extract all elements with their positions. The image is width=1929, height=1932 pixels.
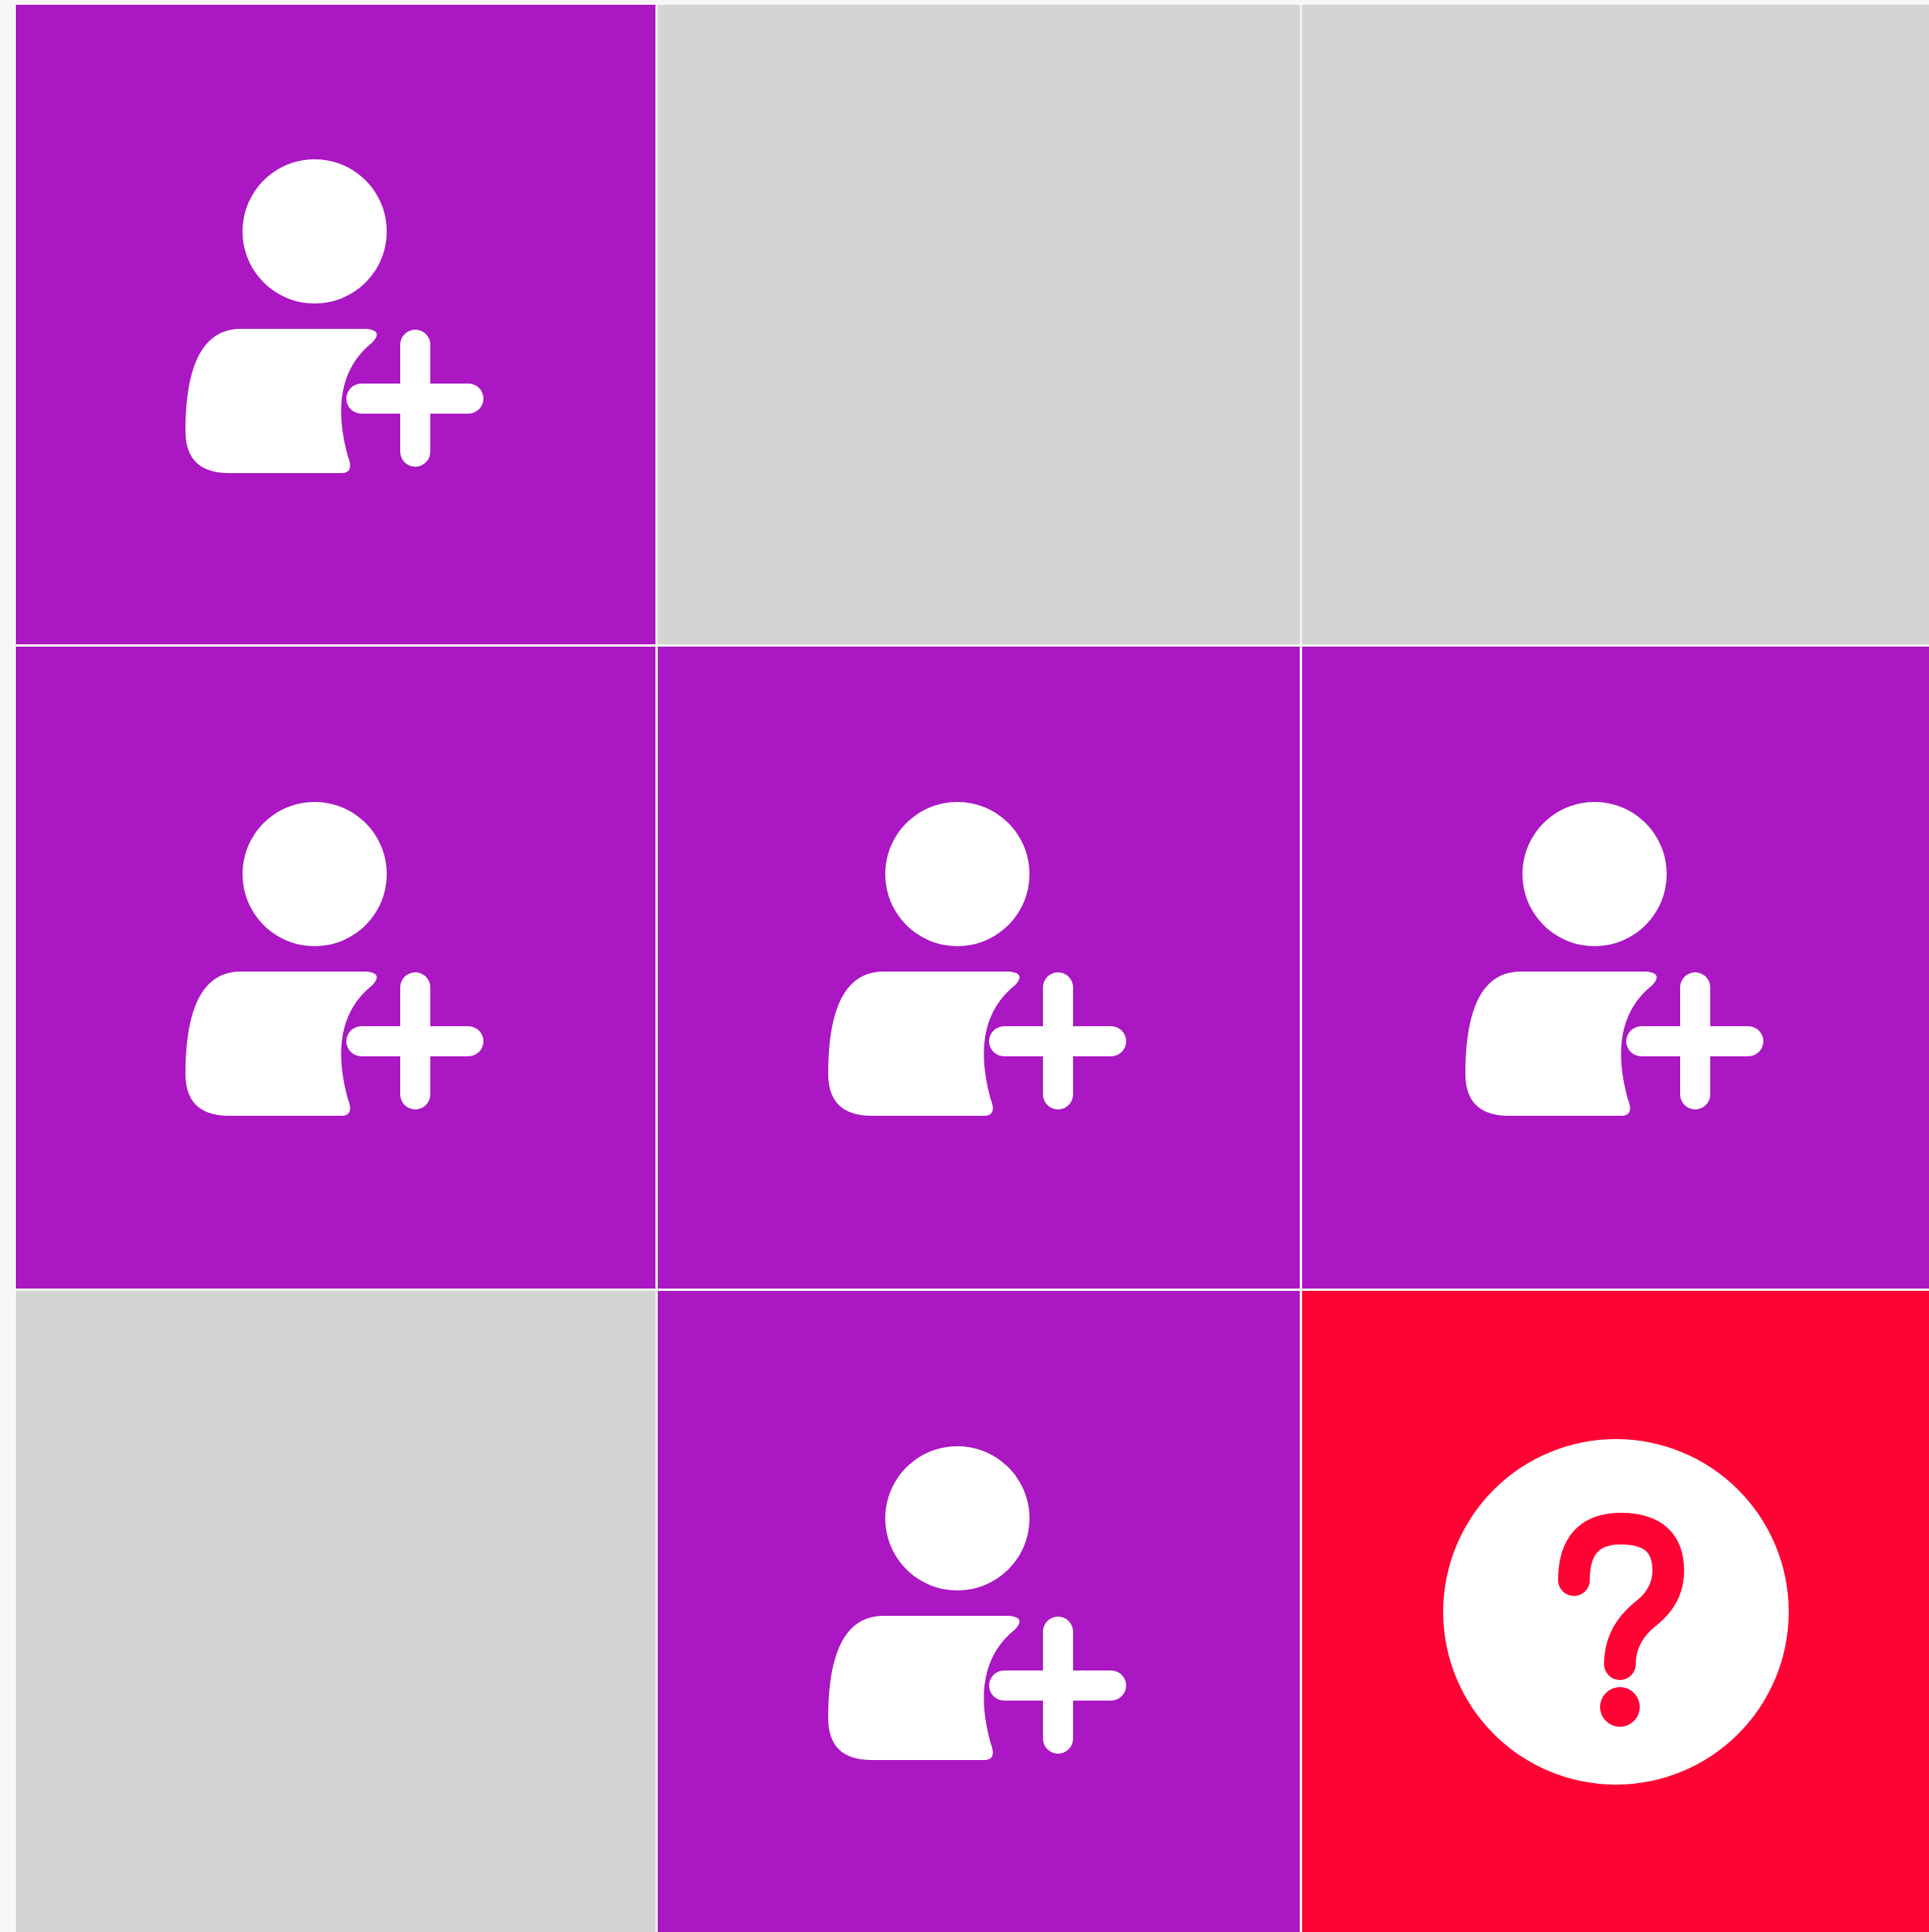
tile-r2-c1-purple[interactable]: [16, 647, 658, 1291]
tile-r1-c3-gray[interactable]: [1302, 5, 1929, 647]
tile-r1-c1-purple[interactable]: [16, 5, 658, 647]
tile-r3-c1-gray[interactable]: [16, 1291, 658, 1932]
tile-r3-c2-purple[interactable]: [658, 1291, 1302, 1932]
tile-r2-c2-purple[interactable]: [658, 647, 1302, 1291]
question-circle-icon: [1442, 1438, 1789, 1785]
user-plus-icon: [185, 802, 483, 1116]
tile-r2-c3-purple[interactable]: [1302, 647, 1929, 1291]
tile-r1-c2-gray[interactable]: [658, 5, 1302, 647]
user-plus-icon: [828, 802, 1126, 1116]
tile-r3-c3-red[interactable]: [1302, 1291, 1929, 1932]
tile-grid: [16, 5, 1929, 1932]
user-plus-icon: [185, 158, 483, 473]
user-plus-icon: [828, 1445, 1126, 1760]
user-plus-icon: [1465, 802, 1763, 1116]
